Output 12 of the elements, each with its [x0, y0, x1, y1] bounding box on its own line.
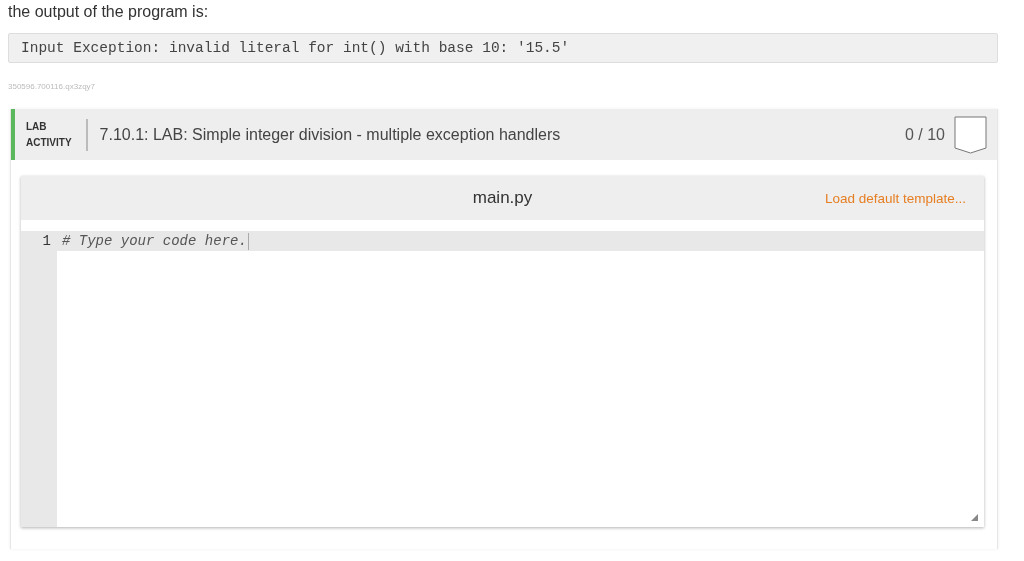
score-text: 0 / 10	[904, 125, 945, 144]
lab-title: 7.10.1: LAB: Simple integer division - multiple exception handlers	[99, 125, 562, 144]
activity-label: ACTIVITY	[26, 135, 72, 150]
line-number: 1	[41, 233, 52, 249]
intro-text: the output of the program is:	[8, 3, 210, 21]
code-line[interactable]: # Type your code here.	[57, 232, 249, 250]
badge-icon	[954, 115, 987, 154]
program-output: Input Exception: invalid literal for int() with base 10: '15.5'	[8, 33, 998, 63]
content-id: 350596.700116.qx3zqy7	[8, 82, 97, 91]
activity-label: LAB	[26, 119, 48, 134]
file-name: main.py	[472, 188, 533, 208]
resize-handle-icon[interactable]	[971, 514, 978, 521]
